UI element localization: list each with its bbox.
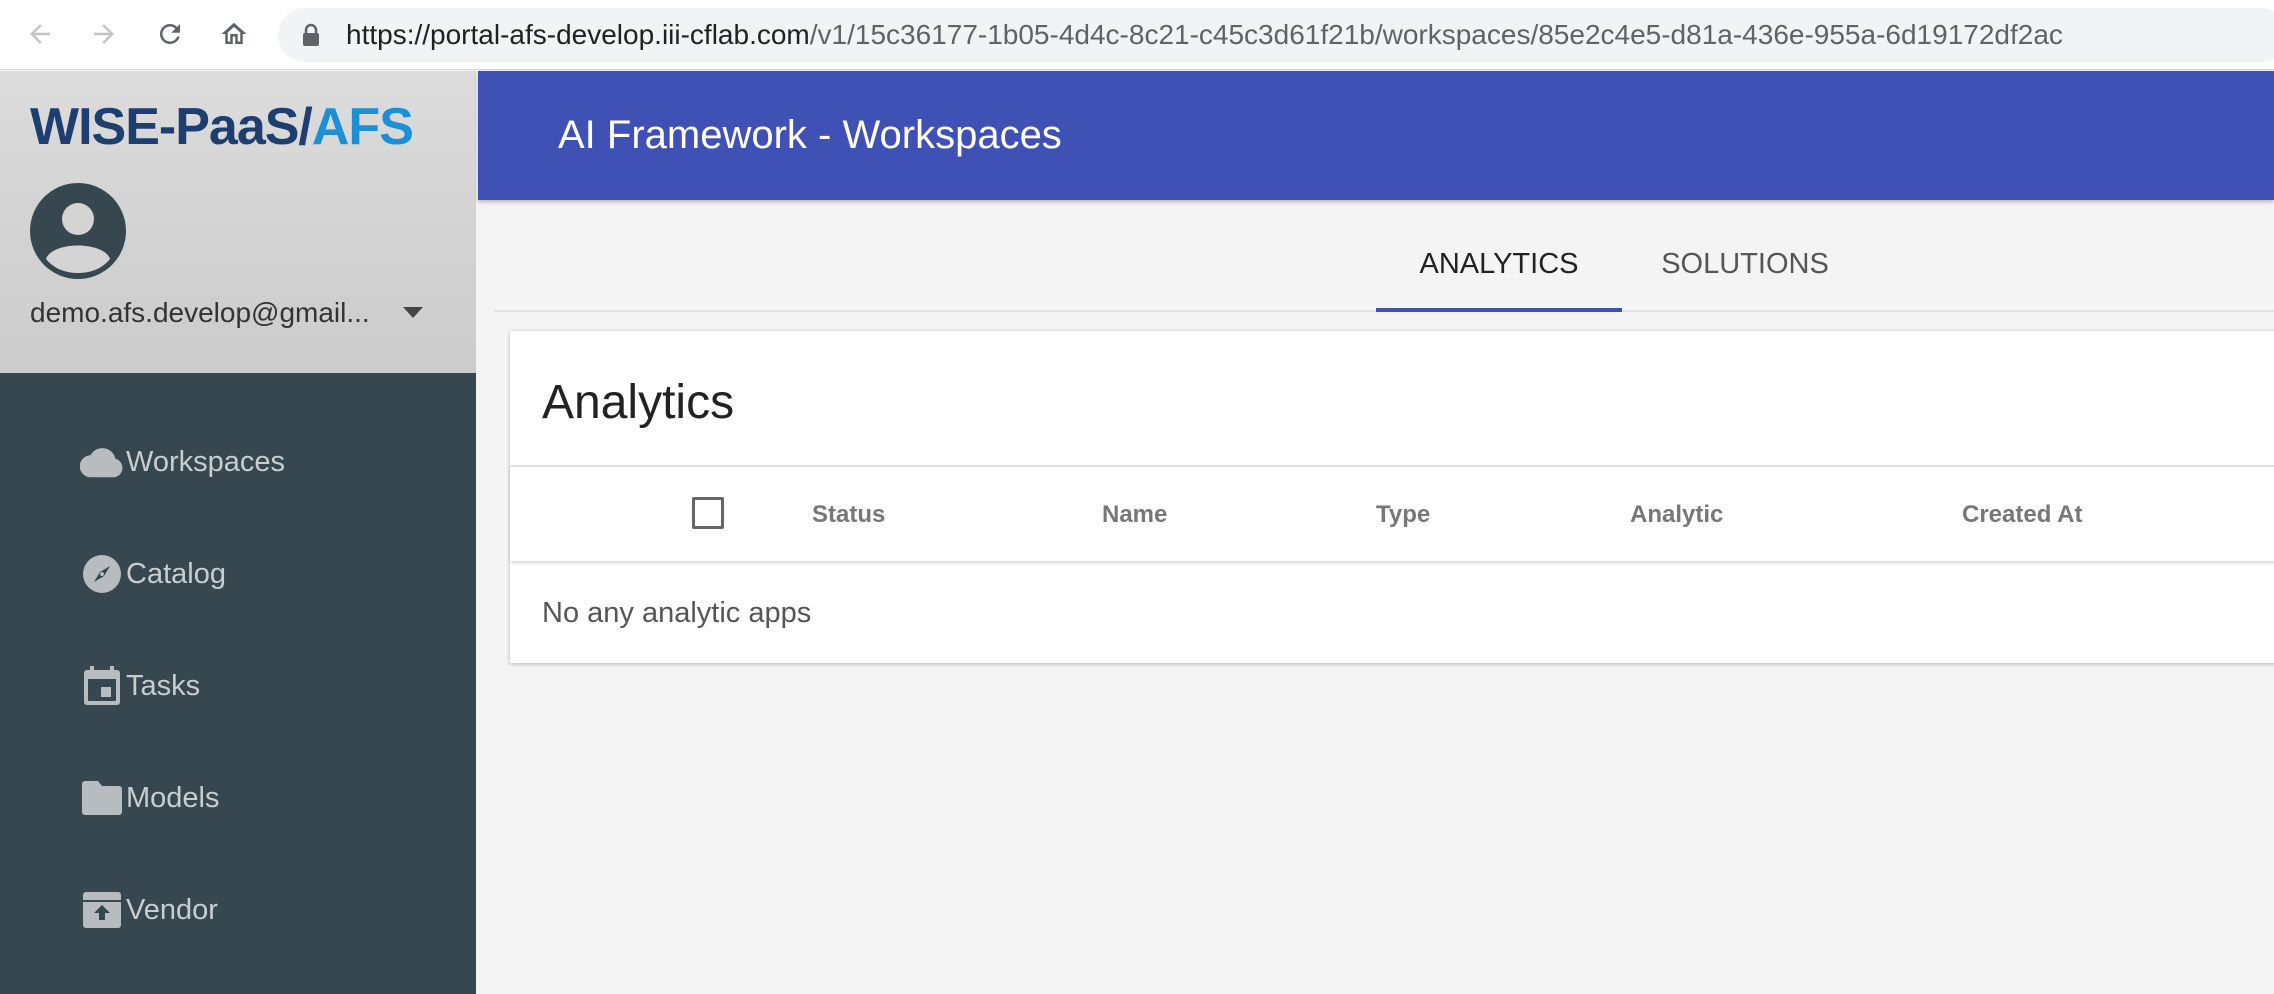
column-header-type[interactable]: Type xyxy=(1376,467,1430,563)
archive-upload-icon xyxy=(80,888,124,932)
user-menu-dropdown[interactable] xyxy=(398,301,428,325)
sidebar-header: WISE-PaaS/AFS demo.afs.develop@gmail... xyxy=(0,71,476,373)
tab-bar: ANALYTICS SOLUTIONS xyxy=(494,220,2274,312)
lock-icon xyxy=(303,23,319,46)
sidebar-item-workspaces[interactable]: Workspaces xyxy=(0,422,476,502)
back-button[interactable] xyxy=(20,14,60,54)
arrow-left-icon xyxy=(30,24,50,44)
select-all-checkbox[interactable] xyxy=(692,497,724,529)
caret-down-icon xyxy=(403,307,423,318)
table-header: Status Name Type Analytic Created At xyxy=(510,465,2274,561)
sidebar-item-catalog[interactable]: Catalog xyxy=(0,534,476,614)
card-title: Analytics xyxy=(542,376,735,429)
url-host: https://portal-afs-develop.iii-cflab.com xyxy=(346,19,810,50)
calendar-icon xyxy=(80,664,124,708)
url-text[interactable]: https://portal-afs-develop.iii-cflab.com… xyxy=(346,8,2063,62)
tab-analytics[interactable]: ANALYTICS xyxy=(1376,220,1622,312)
sidebar-item-label: Models xyxy=(126,781,220,814)
home-icon xyxy=(221,22,247,44)
avatar-icon[interactable] xyxy=(30,183,126,279)
page-title: AI Framework - Workspaces xyxy=(558,113,1062,157)
home-button[interactable] xyxy=(214,14,254,54)
column-header-status[interactable]: Status xyxy=(812,467,885,563)
empty-state-message: No any analytic apps xyxy=(542,597,812,629)
address-bar[interactable]: https://portal-afs-develop.iii-cflab.com… xyxy=(278,8,2274,62)
tab-solutions[interactable]: SOLUTIONS xyxy=(1622,220,1868,312)
cloud-icon xyxy=(80,440,124,484)
browser-toolbar: https://portal-afs-develop.iii-cflab.com… xyxy=(0,0,2274,70)
url-path: /v1/15c36177-1b05-4d4c-8c21-c45c3d61f21b… xyxy=(809,19,2063,50)
reload-button[interactable] xyxy=(150,14,190,54)
reload-icon xyxy=(160,23,180,44)
column-header-analytic[interactable]: Analytic xyxy=(1630,467,1723,563)
forward-button[interactable] xyxy=(84,14,124,54)
folder-icon xyxy=(80,776,124,820)
user-email[interactable]: demo.afs.develop@gmail... xyxy=(30,295,370,331)
sidebar-item-label: Tasks xyxy=(126,669,201,702)
column-header-name[interactable]: Name xyxy=(1102,467,1167,563)
analytics-card: Analytics Status Name Type Analytic Crea… xyxy=(510,331,2274,663)
sidebar-item-label: Workspaces xyxy=(126,445,286,478)
compass-icon xyxy=(80,552,124,596)
logo-text-afs: AFS xyxy=(311,98,414,156)
sidebar-item-label: Vendor xyxy=(126,893,218,926)
sidebar: WISE-PaaS/AFS demo.afs.develop@gmail... … xyxy=(0,71,476,994)
arrow-right-icon xyxy=(94,24,114,44)
sidebar-item-label: Catalog xyxy=(126,557,226,590)
sidebar-item-vendor[interactable]: Vendor xyxy=(0,870,476,950)
logo-text-wise-paas: WISE-PaaS/ xyxy=(30,98,313,156)
app-bar: AI Framework - Workspaces xyxy=(478,71,2274,200)
column-header-created-at[interactable]: Created At xyxy=(1962,467,2082,563)
logo: WISE-PaaS/AFS xyxy=(30,98,414,156)
sidebar-item-tasks[interactable]: Tasks xyxy=(0,646,476,726)
sidebar-item-models[interactable]: Models xyxy=(0,758,476,838)
